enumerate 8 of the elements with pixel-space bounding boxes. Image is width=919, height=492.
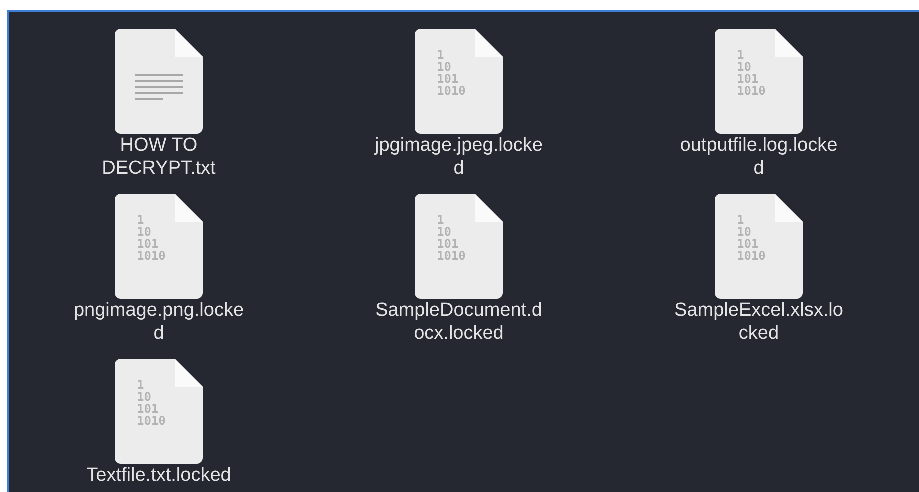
file-name[interactable]: SampleExcel.xlsx.lo cked	[674, 299, 844, 345]
file-name[interactable]: pngimage.png.locke d	[74, 299, 244, 345]
file-name[interactable]: jpgimage.jpeg.locke d	[375, 134, 543, 180]
file-name[interactable]: outputfile.log.locke d	[680, 134, 838, 180]
text-file-icon[interactable]	[115, 29, 203, 134]
file-name[interactable]: Textfile.txt.locked	[86, 464, 232, 487]
file-name[interactable]: SampleDocument.d ocx.locked	[376, 299, 542, 345]
file-name[interactable]: HOW TO DECRYPT.txt	[102, 134, 216, 180]
